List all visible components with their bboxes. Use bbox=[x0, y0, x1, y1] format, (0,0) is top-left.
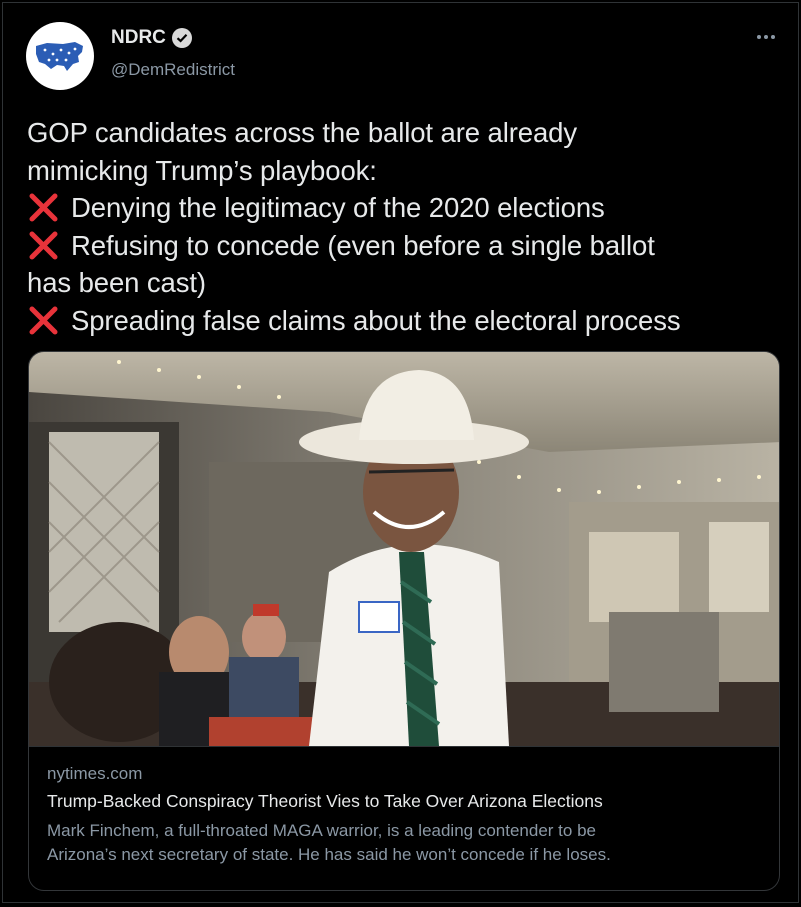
tweet-bullet-line: Denying the legitimacy of the 2020 elect… bbox=[27, 189, 787, 227]
tweet-bullet-line: Refusing to concede (even before a singl… bbox=[27, 227, 787, 265]
author-name[interactable]: NDRC bbox=[111, 27, 192, 49]
bullet-text: Refusing to concede (even before a singl… bbox=[71, 229, 655, 261]
bullet-text: Denying the legitimacy of the 2020 elect… bbox=[71, 192, 605, 223]
card-description-line: Mark Finchem, a full-throated MAGA warri… bbox=[47, 821, 596, 840]
bullet-text: Spreading false claims about the elector… bbox=[71, 304, 681, 336]
red-x-icon bbox=[29, 306, 58, 334]
red-x-icon bbox=[29, 231, 58, 259]
tweet-text: GOP candidates across the ballot are alr… bbox=[27, 114, 787, 339]
photo-man-in-cowboy-hat[interactable] bbox=[29, 352, 780, 746]
tweet-line: mimicking Trump’s playbook: bbox=[27, 154, 377, 186]
card-meta[interactable]: nytimes.com Trump-Backed Conspiracy Theo… bbox=[29, 746, 779, 890]
link-card[interactable]: nytimes.com Trump-Backed Conspiracy Theo… bbox=[28, 351, 780, 891]
us-map-logo-icon bbox=[36, 42, 83, 71]
card-description: Mark Finchem, a full-throated MAGA warri… bbox=[47, 819, 767, 867]
verified-badge-icon bbox=[171, 28, 192, 48]
avatar[interactable] bbox=[26, 22, 94, 90]
card-description-line: Arizona’s next secretary of state. He ha… bbox=[47, 845, 611, 864]
author-name-text[interactable]: NDRC bbox=[111, 27, 166, 49]
tweet-bullet-line: Spreading false claims about the elector… bbox=[27, 302, 787, 340]
tweet-line: has been cast) bbox=[27, 267, 206, 298]
tweet-line: GOP candidates across the ballot are alr… bbox=[27, 117, 577, 148]
red-x-icon bbox=[29, 193, 58, 222]
card-domain[interactable]: nytimes.com bbox=[47, 764, 142, 784]
card-title[interactable]: Trump-Backed Conspiracy Theorist Vies to… bbox=[47, 791, 603, 812]
more-options-icon[interactable] bbox=[751, 27, 781, 47]
tweet-container: NDRC @DemRedistrict GOP candidates acros… bbox=[2, 2, 799, 903]
author-handle[interactable]: @DemRedistrict bbox=[111, 60, 235, 80]
